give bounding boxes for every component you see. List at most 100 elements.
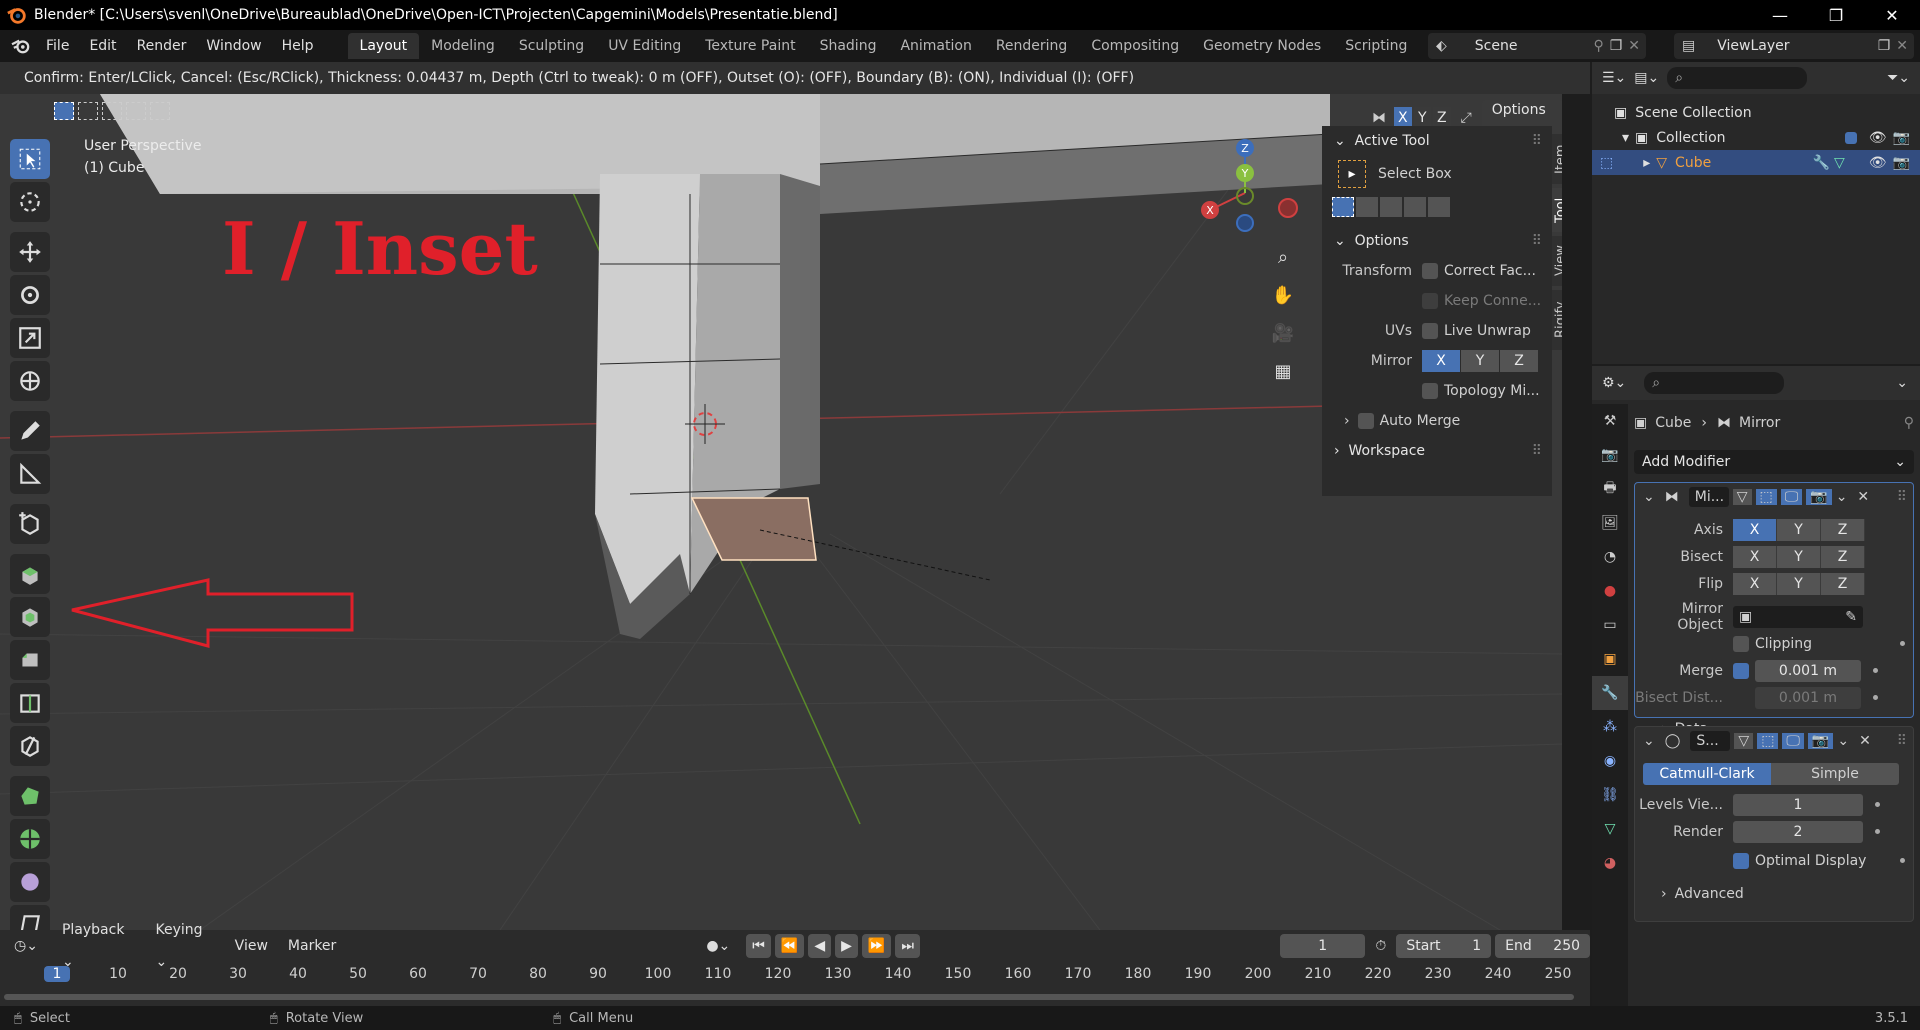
axis-z-toggle[interactable]: Z	[1821, 518, 1865, 541]
edit-mode-icon[interactable]: ⬚	[1600, 155, 1613, 171]
select-invert-icon[interactable]	[126, 102, 146, 120]
bisect-x-toggle[interactable]: X	[1733, 545, 1777, 568]
menu-marker[interactable]: Marker	[278, 930, 346, 962]
minimize-button[interactable]: —	[1752, 0, 1808, 30]
tab-layout[interactable]: Layout	[347, 33, 420, 59]
collapse-chevron-icon[interactable]: ⌄	[1643, 489, 1655, 505]
tool-select-box[interactable]	[10, 139, 50, 179]
dropdown-chevron-icon[interactable]: ⌄	[1836, 489, 1848, 505]
axis-x-toggle[interactable]: X	[1733, 518, 1777, 541]
render-tab-icon[interactable]: 📷	[1592, 438, 1628, 472]
modifier-wrench-icon[interactable]: 🔧	[1813, 155, 1830, 171]
start-frame-field[interactable]: Start 1	[1396, 934, 1492, 958]
world-tab-icon[interactable]: ●	[1592, 574, 1628, 608]
maximize-button[interactable]: ❐	[1808, 0, 1864, 30]
select-new-icon[interactable]	[54, 102, 74, 120]
auto-merge-checkbox[interactable]	[1357, 413, 1374, 429]
select-subtract-icon[interactable]	[102, 102, 122, 120]
catmull-clark-button[interactable]: Catmull-Clark	[1643, 762, 1771, 785]
merge-checkbox[interactable]	[1733, 662, 1749, 679]
tool-inset[interactable]	[10, 597, 50, 637]
tab-shading[interactable]: Shading	[808, 33, 889, 59]
camera-view-button[interactable]: 🎥	[1266, 316, 1300, 350]
tab-animation[interactable]: Animation	[888, 33, 983, 59]
workspace-section-header[interactable]: › Workspace ⠿	[1322, 436, 1552, 466]
menu-window[interactable]: Window	[196, 30, 271, 62]
mirror-object-field[interactable]: ▣ ✎	[1733, 605, 1863, 628]
select-mode-buttons[interactable]	[54, 102, 170, 120]
eye-icon[interactable]: 👁	[1869, 130, 1887, 146]
timeline-scrollbar[interactable]	[4, 994, 1574, 1000]
view-layer-tab-icon[interactable]: 🖼	[1592, 506, 1628, 540]
outliner-search-input[interactable]: ⌕	[1667, 67, 1808, 89]
edit-cage-toggle-icon[interactable]: ▽	[1732, 488, 1752, 505]
bisect-distance-field[interactable]: 0.001 m	[1755, 686, 1861, 709]
levels-viewport-field[interactable]: 1	[1733, 793, 1863, 816]
navigation-gizmo[interactable]: Z Y X	[1190, 138, 1300, 248]
modifier-name-field[interactable]: Mi...	[1688, 486, 1729, 507]
scene-tab-icon[interactable]: ◔	[1592, 540, 1628, 574]
mode-invert-icon[interactable]	[1404, 197, 1426, 217]
physics-tab-icon[interactable]: ◉	[1592, 744, 1628, 778]
expand-icon[interactable]: ▸	[1643, 155, 1650, 171]
mirror-x-toggle[interactable]: X	[1422, 350, 1460, 372]
clipping-checkbox[interactable]	[1733, 635, 1749, 652]
options-section-header[interactable]: ⌄ Options ⠿	[1322, 226, 1552, 256]
mesh-data-icon[interactable]: ▽	[1834, 155, 1845, 171]
tool-move[interactable]	[10, 232, 50, 272]
filter-icon[interactable]: ⏷⌄	[1887, 70, 1910, 86]
output-tab-icon[interactable]: 🖶	[1592, 472, 1628, 506]
outliner-scene-collection[interactable]: ▣ Scene Collection	[1592, 100, 1920, 125]
camera-render-icon[interactable]: 📷	[1893, 155, 1910, 171]
display-mode-icon[interactable]: ▤⌄	[1634, 70, 1659, 86]
tool-smooth[interactable]	[10, 862, 50, 902]
close-button[interactable]: ✕	[1864, 0, 1920, 30]
keep-connected-checkbox[interactable]	[1422, 293, 1438, 309]
select-intersect-icon[interactable]	[150, 102, 170, 120]
edit-mode-toggle-icon[interactable]: ⬚	[1757, 732, 1779, 749]
pin-icon[interactable]: ⚲	[1904, 415, 1914, 431]
end-frame-field[interactable]: End 250	[1495, 934, 1591, 958]
mirror-z-toggle[interactable]: Z	[1500, 350, 1538, 372]
tab-texture-paint[interactable]: Texture Paint	[693, 33, 807, 59]
eye-icon[interactable]: 👁	[1869, 155, 1887, 171]
tab-modeling[interactable]: Modeling	[419, 33, 507, 59]
current-frame-field[interactable]: 1	[1279, 934, 1366, 958]
mode-extend-icon[interactable]	[1356, 197, 1378, 217]
delete-scene-icon[interactable]: ✕	[1628, 38, 1640, 54]
tool-add-cube[interactable]	[10, 504, 50, 544]
render-levels-field[interactable]: 2	[1733, 820, 1863, 843]
tool-spin[interactable]	[10, 819, 50, 859]
flip-x-toggle[interactable]: X	[1733, 572, 1777, 595]
collapse-chevron-icon[interactable]: ⌄	[1643, 733, 1655, 749]
delete-viewlayer-icon[interactable]: ✕	[1896, 38, 1908, 54]
record-button[interactable]: ●⌄	[706, 938, 730, 954]
tab-geometry-nodes[interactable]: Geometry Nodes	[1191, 33, 1333, 59]
editor-type-icon[interactable]: ⚙⌄	[1602, 375, 1626, 391]
tab-uv-editing[interactable]: UV Editing	[596, 33, 693, 59]
editor-type-icon[interactable]: ☰⌄	[1602, 70, 1626, 86]
axis-y-toggle[interactable]: Y	[1777, 518, 1821, 541]
tool-scale[interactable]	[10, 318, 50, 358]
bisect-z-toggle[interactable]: Z	[1821, 545, 1865, 568]
camera-render-icon[interactable]: 📷	[1893, 130, 1910, 146]
viewport-toggle-icon[interactable]: 🖵	[1780, 488, 1803, 505]
menu-help[interactable]: Help	[272, 30, 324, 62]
mode-new-icon[interactable]	[1332, 197, 1354, 217]
mode-subtract-icon[interactable]	[1380, 197, 1402, 217]
options-chevron-icon[interactable]: ⌄	[1896, 375, 1908, 391]
zoom-view-button[interactable]: ⌕	[1266, 240, 1300, 274]
tab-rendering[interactable]: Rendering	[984, 33, 1080, 59]
tab-sculpting[interactable]: Sculpting	[507, 33, 596, 59]
outliner-cube[interactable]: ⬚ ▸ ▽ Cube 🔧 ▽ 👁 📷	[1592, 150, 1920, 175]
play-reverse-button[interactable]: ◀	[808, 934, 832, 958]
remove-modifier-icon[interactable]: ✕	[1857, 489, 1869, 505]
jump-keyframe-forward-button[interactable]: ⏩	[861, 934, 892, 958]
select-box-tool-icon[interactable]: ▸	[1338, 160, 1366, 188]
tab-scripting[interactable]: Scripting	[1333, 33, 1419, 59]
render-toggle-icon[interactable]: 📷	[1807, 732, 1834, 749]
viewlayer-selector[interactable]: ▤ ViewLayer ❐ ✕	[1674, 33, 1914, 59]
merge-distance-field[interactable]: 0.001 m	[1755, 659, 1861, 682]
data-tab-icon[interactable]: ▽	[1592, 812, 1628, 846]
new-viewlayer-icon[interactable]: ❐	[1878, 38, 1891, 54]
